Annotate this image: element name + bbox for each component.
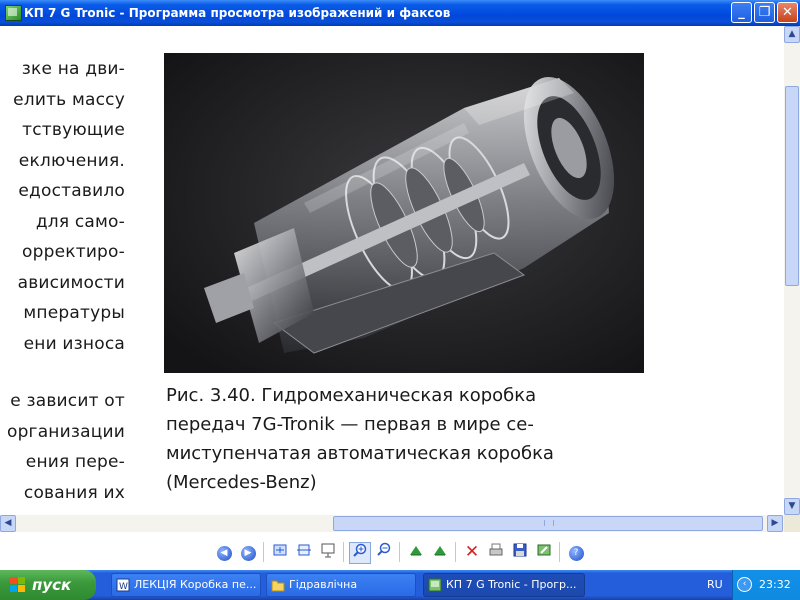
save-icon[interactable] xyxy=(510,542,530,562)
help-icon[interactable]: ? xyxy=(566,542,586,562)
edit-icon[interactable] xyxy=(534,542,554,562)
text-line: ависимости xyxy=(17,272,125,293)
taskbar-item-label: ЛЕКЦІЯ Коробка пе... xyxy=(134,578,257,591)
text-line: ения пере- xyxy=(25,452,125,472)
scroll-grip xyxy=(544,520,554,526)
rotate-counterclockwise-icon[interactable] xyxy=(430,542,450,562)
word-document-icon: W xyxy=(116,578,130,592)
svg-text:W: W xyxy=(119,582,128,592)
folder-icon xyxy=(271,578,285,592)
left-text-column: зке на дви- елить массу тствующие еключе… xyxy=(0,59,125,513)
rotate-clockwise-icon[interactable] xyxy=(406,542,426,562)
text-line: еключения. xyxy=(18,150,125,171)
vertical-scroll-thumb[interactable] xyxy=(785,86,799,286)
image-viewer-icon xyxy=(428,578,442,592)
text-line: организации xyxy=(6,421,125,442)
best-fit-icon[interactable] xyxy=(270,542,290,562)
text-line: мпературы xyxy=(23,303,125,323)
scroll-down-button[interactable]: ▼ xyxy=(784,498,800,515)
taskbar-item-label: КП 7 G Tronic - Прогр... xyxy=(446,578,577,591)
image-viewer-icon xyxy=(5,5,22,21)
text-line: елить массу xyxy=(13,89,125,110)
text-line: орректиро- xyxy=(22,242,125,262)
figure-caption: Рис. 3.40. Гидромеханическая коробка пер… xyxy=(166,381,646,497)
actual-size-icon[interactable] xyxy=(294,542,314,562)
text-line: тствующие xyxy=(22,120,125,140)
taskbar-item-image-viewer[interactable]: КП 7 G Tronic - Прогр... xyxy=(423,573,585,597)
window-title: КП 7 G Tronic - Программа просмотра изоб… xyxy=(24,6,451,20)
text-line: для само- xyxy=(35,211,125,232)
caption-line: передач 7G-Tronik — первая в мире се- xyxy=(166,414,534,435)
caption-line: (Mercedes-Benz) xyxy=(166,472,317,493)
show-hidden-icons-icon[interactable]: ‹ xyxy=(737,577,752,592)
start-button[interactable]: пуск xyxy=(0,570,96,600)
slideshow-icon[interactable] xyxy=(318,542,338,562)
scroll-right-button[interactable]: ▶ xyxy=(767,515,783,532)
scrollbar-corner xyxy=(784,515,800,532)
zoom-out-icon[interactable] xyxy=(374,542,394,562)
zoom-in-icon[interactable] xyxy=(349,542,371,564)
close-button[interactable]: ✕ xyxy=(777,2,798,23)
caption-line: Рис. 3.40. Гидромеханическая коробка xyxy=(166,385,537,406)
vertical-scrollbar[interactable]: ▲ ▼ xyxy=(784,26,800,515)
start-label: пуск xyxy=(32,576,72,594)
taskbar-item-word[interactable]: W ЛЕКЦІЯ Коробка пе... xyxy=(111,573,261,597)
system-tray: ‹ 23:32 xyxy=(732,570,800,600)
taskbar-item-folder[interactable]: Гідравлічна xyxy=(266,573,416,597)
clock[interactable]: 23:32 xyxy=(759,578,791,591)
previous-image-icon[interactable]: ◀ xyxy=(214,542,234,562)
viewer-toolbar: ◀ ▶ ✕ ? xyxy=(0,532,800,570)
text-line: сования их xyxy=(23,482,125,503)
minimize-button[interactable]: _ xyxy=(731,2,752,23)
windows-logo-icon xyxy=(10,577,26,593)
text-line: е зависит от xyxy=(10,391,125,411)
taskbar-item-label: Гідравлічна xyxy=(289,578,358,591)
horizontal-scrollbar[interactable]: ◀ ▶ xyxy=(0,515,784,532)
transmission-photo xyxy=(164,53,644,373)
scroll-left-button[interactable]: ◀ xyxy=(0,515,16,532)
text-line: едоставило xyxy=(18,181,125,201)
text-line: зке на дви- xyxy=(21,59,125,79)
print-icon[interactable] xyxy=(486,542,506,562)
scroll-up-button[interactable]: ▲ xyxy=(784,26,800,43)
caption-line: миступенчатая автоматическая коробка xyxy=(166,443,554,464)
delete-icon[interactable]: ✕ xyxy=(462,542,482,562)
image-view-area[interactable]: зке на дви- елить массу тствующие еключе… xyxy=(0,26,784,515)
maximize-button[interactable]: ❐ xyxy=(754,2,775,23)
language-indicator[interactable]: RU xyxy=(707,578,723,591)
next-image-icon[interactable]: ▶ xyxy=(238,542,258,562)
title-bar[interactable]: КП 7 G Tronic - Программа просмотра изоб… xyxy=(0,0,800,26)
taskbar: пуск W ЛЕКЦІЯ Коробка пе... Гідравлічна … xyxy=(0,570,800,600)
text-line: ени износа xyxy=(23,333,125,354)
